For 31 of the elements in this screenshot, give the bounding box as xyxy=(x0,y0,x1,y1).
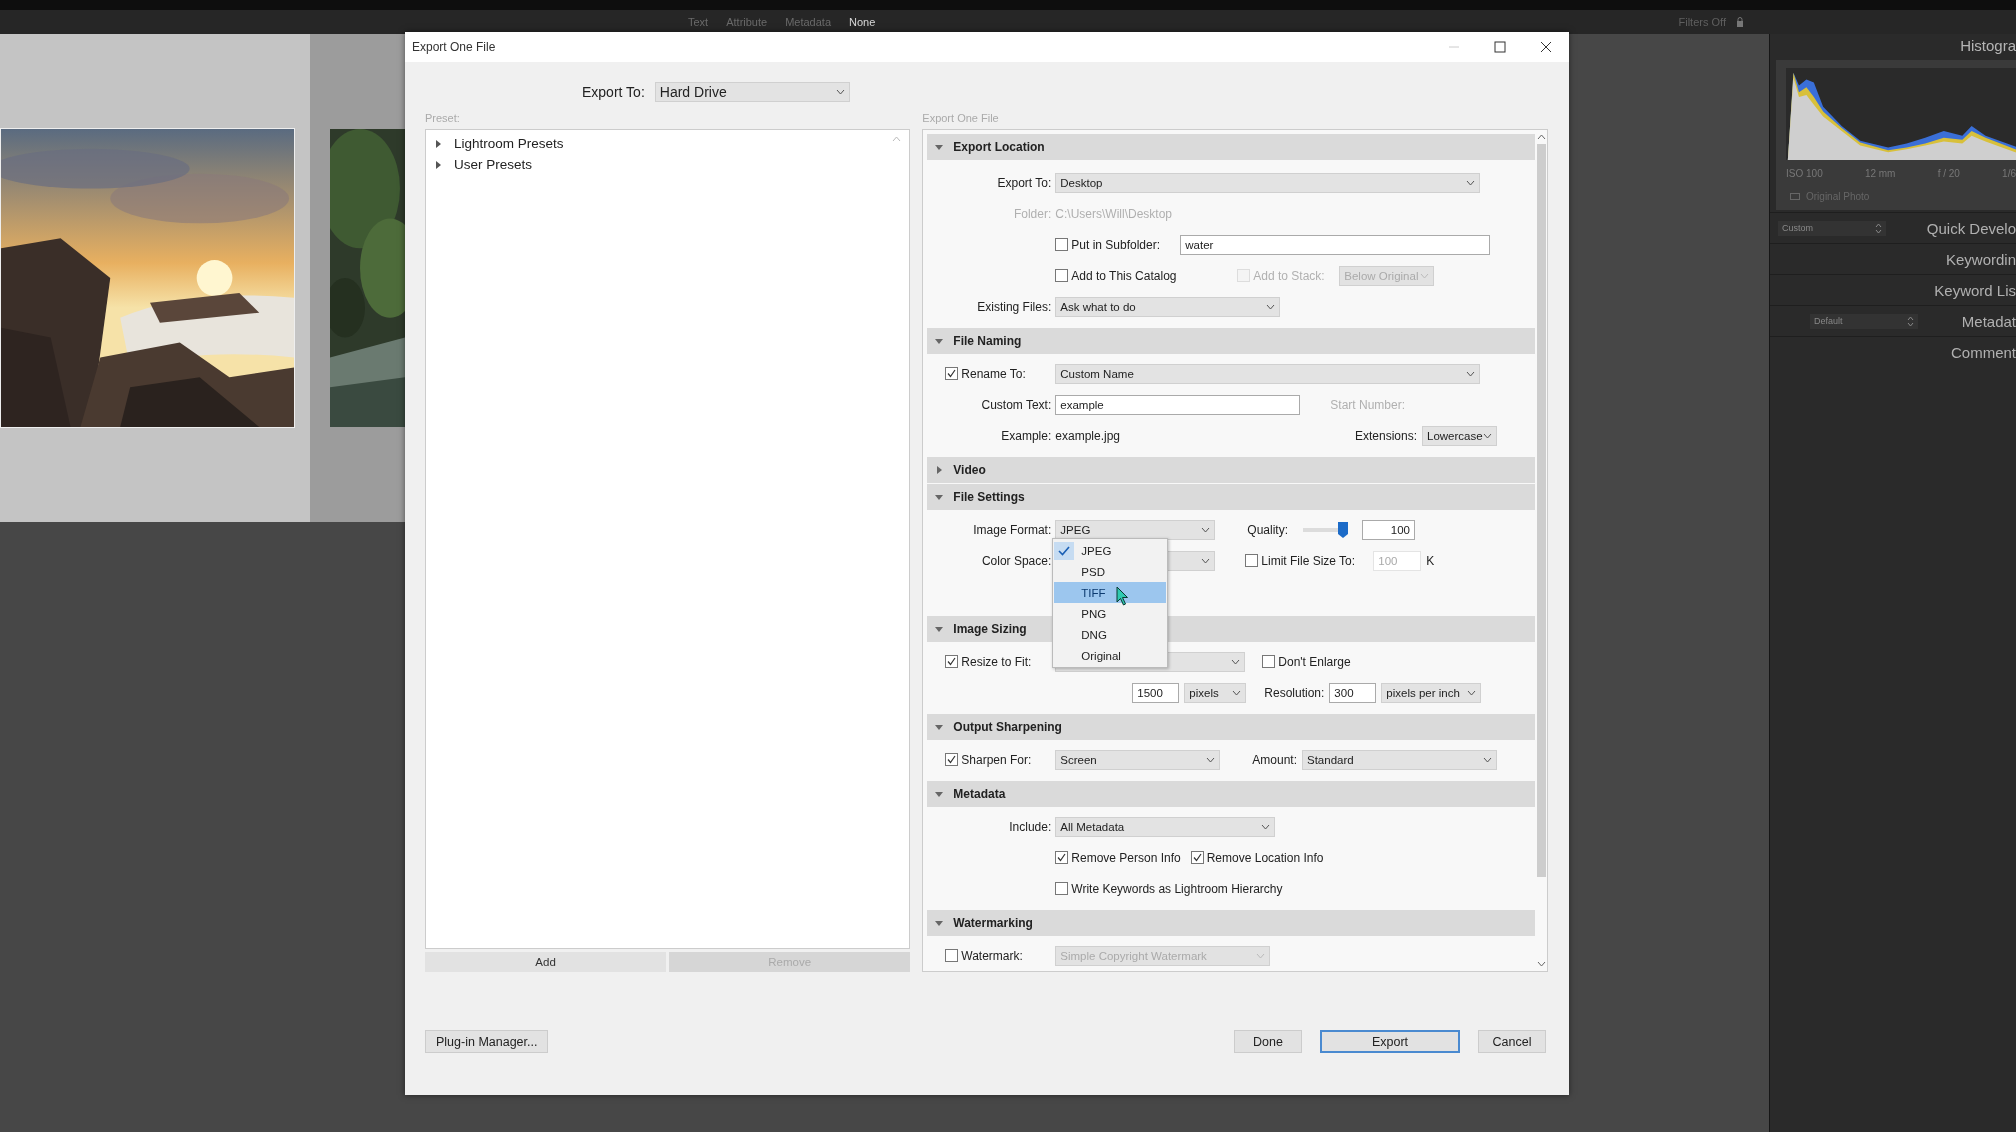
field-label: Include: xyxy=(1009,819,1052,834)
section-title: File Settings xyxy=(953,490,1025,504)
field-label: Custom Text: xyxy=(981,397,1052,412)
section-title: Metadata xyxy=(953,787,1006,801)
preset-name: Lightroom Presets xyxy=(454,136,564,151)
field-label: Image Format: xyxy=(973,522,1052,537)
section-title: Export Location xyxy=(953,140,1045,154)
field-text: Resolution: xyxy=(1264,685,1325,700)
section-title: Image Sizing xyxy=(953,622,1027,636)
section-title: Watermarking xyxy=(953,916,1033,930)
window-title: Export One File xyxy=(412,40,496,54)
export-to-label: Export To: xyxy=(582,84,645,100)
field-label: Existing Files: xyxy=(977,299,1052,314)
field-text: C:\Users\Will\Desktop xyxy=(1055,206,1172,221)
field-text: Amount: xyxy=(1252,752,1297,767)
field-text: Extensions: xyxy=(1354,428,1417,443)
field-text: K xyxy=(1426,553,1435,568)
section-title: Video xyxy=(953,463,986,477)
field-label: Folder: xyxy=(1013,206,1052,221)
section-title: Output Sharpening xyxy=(953,720,1062,734)
field-text: example.jpg xyxy=(1055,428,1120,443)
preset-label: Preset: xyxy=(425,112,461,126)
field-label: Export To: xyxy=(997,175,1052,190)
settings-label: Export One File xyxy=(922,112,1000,126)
field-label: Example: xyxy=(1001,428,1052,443)
section-title: File Naming xyxy=(953,334,1022,348)
preset-name: User Presets xyxy=(454,157,533,172)
field-label: Color Space: xyxy=(981,553,1052,568)
field-text: Start Number: xyxy=(1330,397,1405,412)
field-text: Quality: xyxy=(1247,522,1288,537)
exif-info: 1/6 xyxy=(2002,168,2016,179)
